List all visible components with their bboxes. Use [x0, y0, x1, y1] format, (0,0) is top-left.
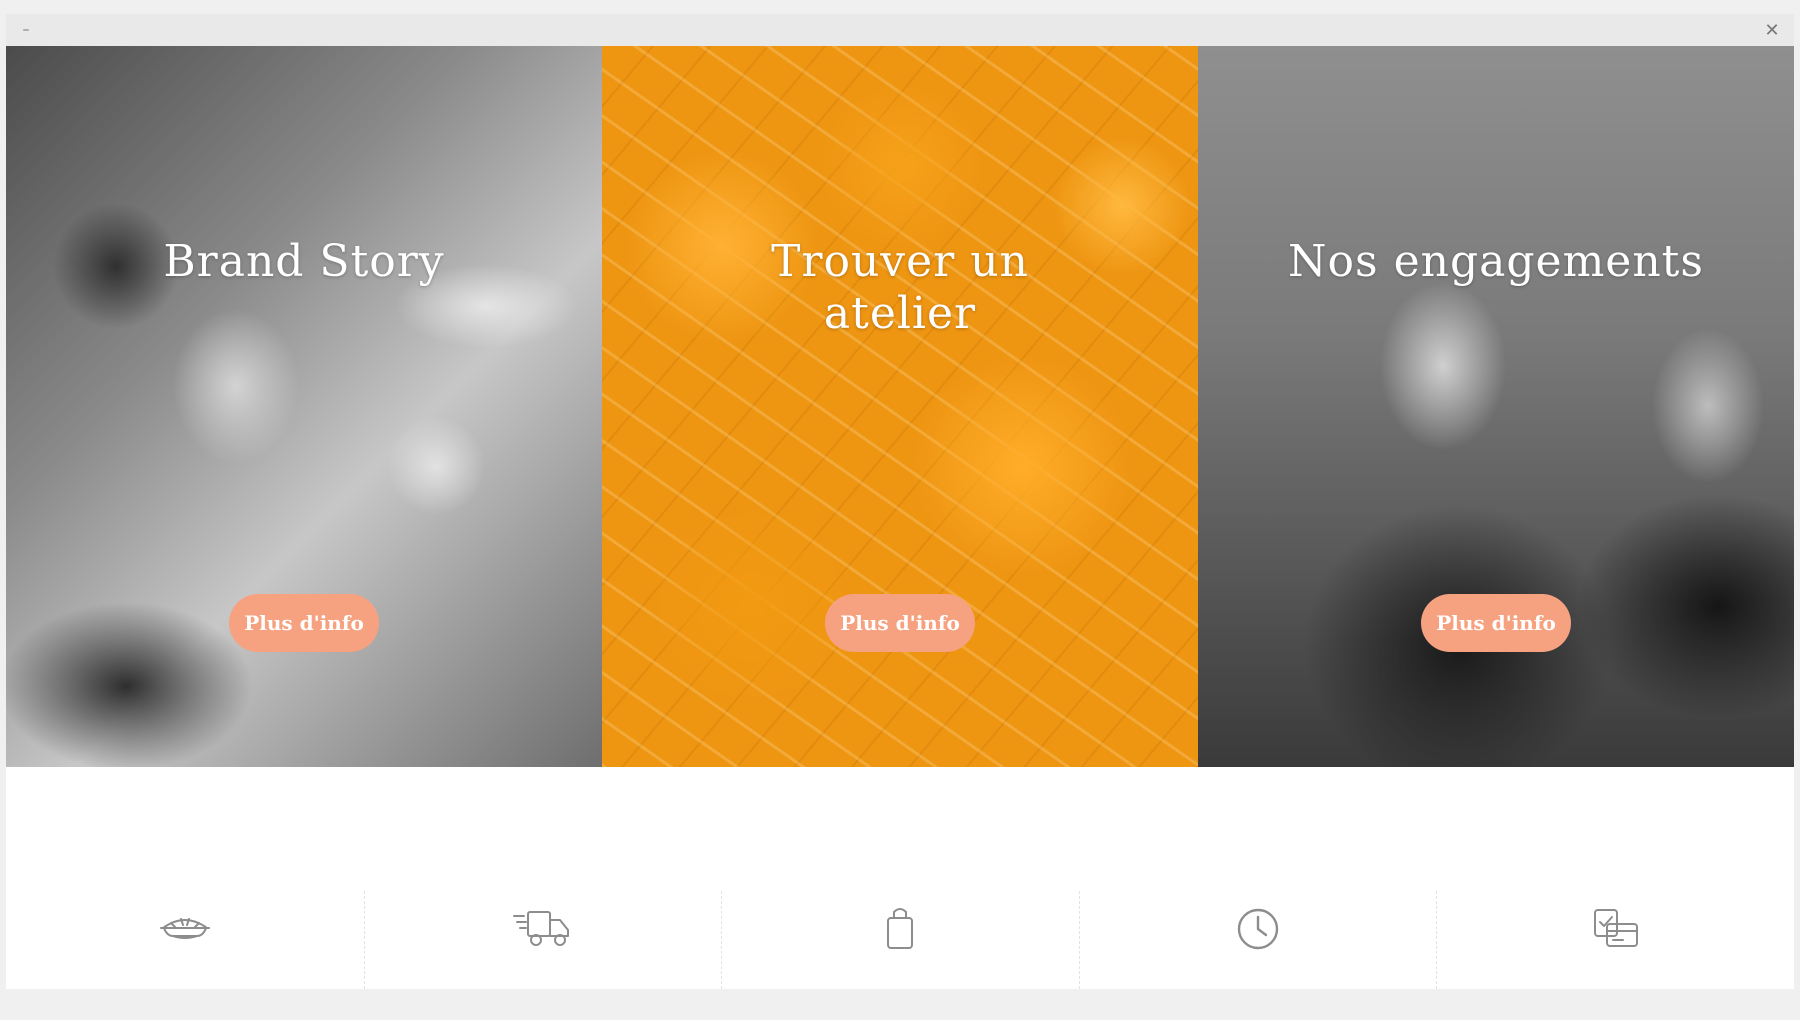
service-payment[interactable] — [1436, 867, 1794, 989]
service-delivery[interactable] — [363, 867, 722, 989]
services-bar — [6, 867, 1794, 989]
more-info-button[interactable]: Plus d'info — [1421, 594, 1571, 652]
shopping-bag-icon — [886, 908, 913, 949]
service-pie[interactable] — [6, 867, 364, 989]
panel-brand-story[interactable]: Brand Story Plus d'info — [6, 46, 602, 767]
panel-find-workshop[interactable]: Trouver un atelier Plus d'info — [602, 46, 1198, 767]
panel-commitments[interactable]: Nos engagements Plus d'info — [1198, 46, 1794, 767]
vintage-tea-party-photo — [6, 46, 602, 767]
card-payment-icon — [1594, 909, 1639, 947]
pie-icon — [159, 918, 210, 939]
minimize-button[interactable]: – — [10, 14, 42, 46]
service-hours[interactable] — [1078, 867, 1437, 989]
panel-title: Nos engagements — [1288, 236, 1704, 287]
close-button[interactable]: ✕ — [1756, 14, 1788, 46]
title-bar: – ✕ — [6, 14, 1794, 46]
clock-icon — [1237, 908, 1278, 950]
more-info-button[interactable]: Plus d'info — [229, 594, 379, 652]
vintage-smiling-friends-photo — [1198, 46, 1794, 767]
orange-slices-photo — [602, 46, 1198, 767]
more-info-button[interactable]: Plus d'info — [825, 594, 975, 652]
panel-title: Trouver un atelier — [771, 236, 1029, 339]
browser-window: – ✕ Brand Story Plus d'info Trouver un a… — [6, 14, 1794, 989]
service-bag[interactable] — [721, 867, 1079, 989]
panel-title: Brand Story — [163, 236, 445, 287]
delivery-truck-icon — [513, 911, 570, 946]
hero-panels: Brand Story Plus d'info Trouver un ateli… — [6, 46, 1794, 767]
